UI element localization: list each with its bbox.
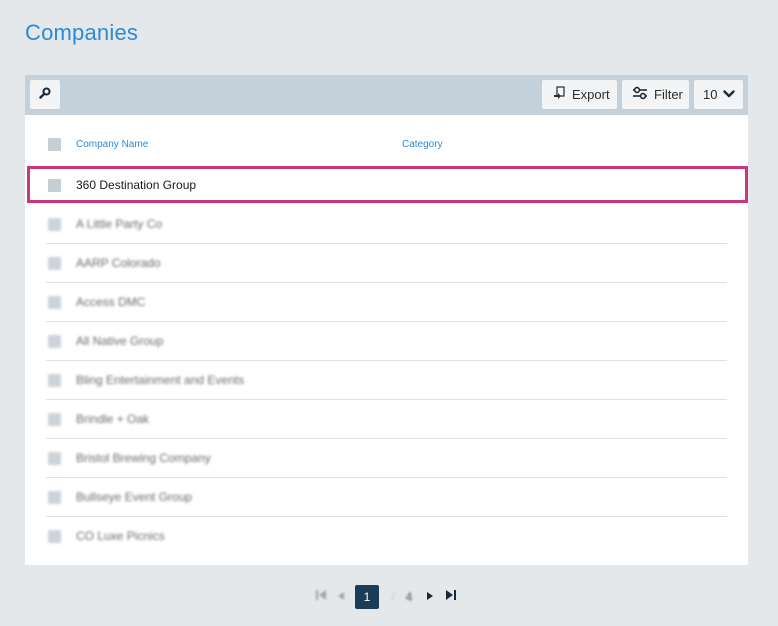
export-icon xyxy=(553,86,572,103)
previous-page-button[interactable] xyxy=(335,585,347,609)
company-name[interactable]: All Native Group xyxy=(76,334,163,348)
row-checkbox[interactable] xyxy=(48,218,61,231)
pagination: 1 / 4 xyxy=(0,585,778,609)
page-size-select[interactable]: 10 xyxy=(694,80,743,109)
current-page[interactable]: 1 xyxy=(355,585,379,609)
chevron-left-icon xyxy=(337,588,345,606)
company-name[interactable]: A Little Party Co xyxy=(76,217,162,231)
row-checkbox[interactable] xyxy=(48,530,61,543)
first-page-icon xyxy=(315,588,327,606)
company-name[interactable]: 360 Destination Group xyxy=(76,178,196,192)
company-name[interactable]: AARP Colorado xyxy=(76,256,161,270)
last-page-button[interactable] xyxy=(444,585,458,609)
row-checkbox[interactable] xyxy=(48,491,61,504)
table-row[interactable]: CO Luxe Picnics xyxy=(25,517,748,556)
table-row[interactable]: A Little Party Co xyxy=(25,205,748,244)
company-name[interactable]: CO Luxe Picnics xyxy=(76,529,165,543)
company-name[interactable]: Bullseye Event Group xyxy=(76,490,192,504)
companies-panel: Export Filter 10 Company Name Category 3… xyxy=(25,75,748,565)
filter-label: Filter xyxy=(654,87,683,102)
filter-button[interactable]: Filter xyxy=(622,80,689,109)
table-row[interactable]: Bling Entertainment and Events xyxy=(25,361,748,400)
company-name[interactable]: Bling Entertainment and Events xyxy=(76,373,244,387)
table-row[interactable]: Brindle + Oak xyxy=(25,400,748,439)
row-checkbox[interactable] xyxy=(48,257,61,270)
table-row[interactable]: 360 Destination Group xyxy=(25,166,748,205)
table-toolbar: Export Filter 10 xyxy=(25,75,748,115)
row-checkbox[interactable] xyxy=(48,296,61,309)
export-button[interactable]: Export xyxy=(542,80,617,109)
company-name[interactable]: Bristol Brewing Company xyxy=(76,451,211,465)
row-checkbox[interactable] xyxy=(48,374,61,387)
search-button[interactable] xyxy=(30,80,60,109)
table-header: Company Name Category xyxy=(25,127,748,162)
next-page-button[interactable] xyxy=(424,585,436,609)
page-separator: / xyxy=(391,590,395,604)
search-icon xyxy=(39,86,51,104)
table-row[interactable]: All Native Group xyxy=(25,322,748,361)
company-name[interactable]: Access DMC xyxy=(76,295,145,309)
page-size-value: 10 xyxy=(703,87,718,102)
chevron-down-icon xyxy=(723,87,741,102)
row-checkbox[interactable] xyxy=(48,179,61,192)
company-name[interactable]: Brindle + Oak xyxy=(76,412,149,426)
row-checkbox[interactable] xyxy=(48,335,61,348)
total-pages: 4 xyxy=(405,590,413,604)
page-title: Companies xyxy=(25,20,139,45)
row-checkbox[interactable] xyxy=(48,413,61,426)
table-row[interactable]: Bristol Brewing Company xyxy=(25,439,748,478)
chevron-right-icon xyxy=(426,588,434,606)
first-page-button[interactable] xyxy=(314,585,328,609)
sliders-icon xyxy=(632,86,654,103)
last-page-icon xyxy=(445,588,457,606)
table-row[interactable]: Bullseye Event Group xyxy=(25,478,748,517)
table-row[interactable]: Access DMC xyxy=(25,283,748,322)
column-header-category[interactable]: Category xyxy=(402,139,443,150)
table-row[interactable]: AARP Colorado xyxy=(25,244,748,283)
select-all-checkbox[interactable] xyxy=(48,138,61,151)
export-label: Export xyxy=(572,87,610,102)
row-checkbox[interactable] xyxy=(48,452,61,465)
column-header-company-name[interactable]: Company Name xyxy=(76,139,148,150)
